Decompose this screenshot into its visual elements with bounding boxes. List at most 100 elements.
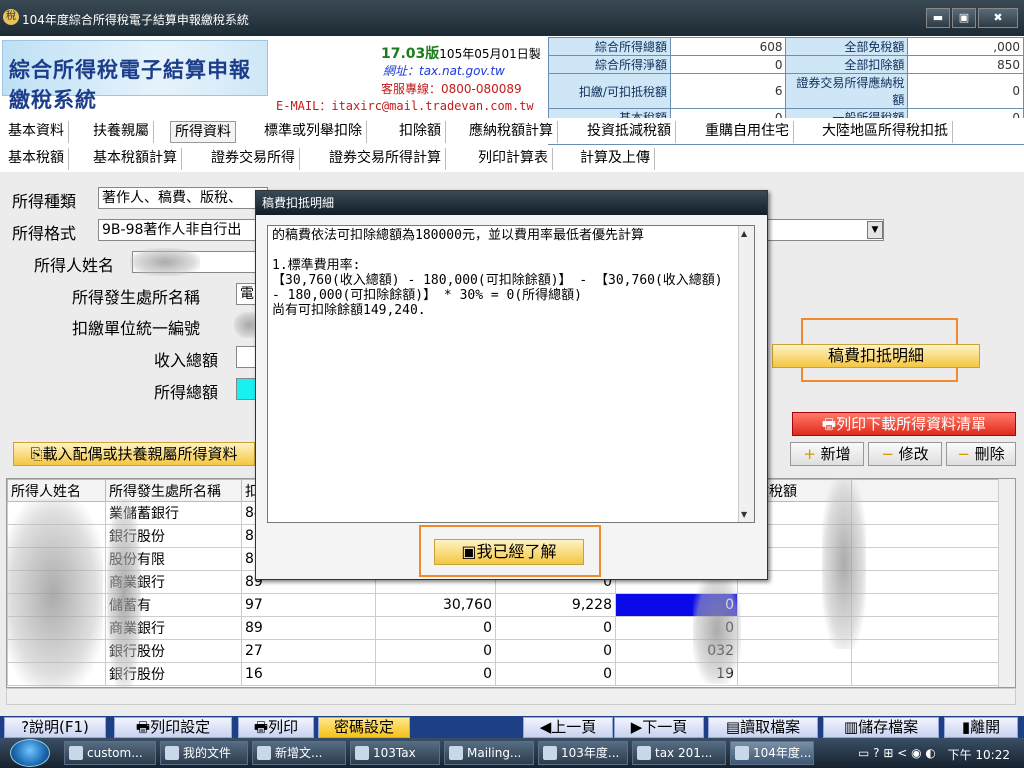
menu-item[interactable]: 投資抵減稅額 — [583, 121, 676, 143]
income-format-label: 所得格式 — [12, 224, 77, 243]
left-value: 0 — [669, 55, 787, 74]
menu-item[interactable]: 計算及上傳 — [576, 148, 655, 170]
close-button[interactable]: ✖ — [978, 8, 1018, 28]
app-icon: 稅 — [3, 9, 19, 25]
app-icon — [355, 746, 369, 760]
cell-tax — [737, 662, 852, 686]
taskbar-item[interactable]: Mailing... — [444, 741, 534, 765]
windows-taskbar: custom... 我的文件 新增文... 103Tax Mailing... 103年度… — [0, 738, 1024, 768]
menu-item[interactable]: 應納稅額計算 — [465, 121, 558, 143]
toolbar-button[interactable]: ▶下一頁 — [614, 717, 704, 738]
taskbar-item[interactable]: custom... — [64, 741, 156, 765]
chevron-down-icon[interactable]: ▼ — [867, 221, 883, 239]
add-button[interactable]: + 新增 — [790, 442, 864, 466]
play-icon: ▣ — [461, 542, 477, 561]
summary-row: 綜合所得總額 608 全部免稅額 ,000 — [548, 37, 1024, 56]
menu-item[interactable]: 扣除額 — [395, 121, 446, 143]
table-row[interactable]: 銀行股份160019 — [7, 662, 1002, 686]
toolbar-button[interactable]: ▤讀取檔案 — [708, 717, 818, 738]
menu-item[interactable]: 重購自用住宅 — [701, 121, 794, 143]
menu-item[interactable]: 證券交易所得計算 — [325, 148, 446, 170]
service-hotline: 客服專線：0800-080089 — [381, 82, 522, 96]
toolbar-button-label: 列印設定 — [150, 718, 211, 736]
right-label: 證券交易所得應納稅額 — [785, 73, 909, 109]
cell-gross: 30,760 — [375, 593, 496, 617]
menu-item[interactable]: 基本稅額 — [4, 148, 69, 170]
maximize-button[interactable]: ▣ — [952, 8, 976, 28]
bottom-toolbar: ?說明(F1) 🖶列印設定 🖶列印 密碼設定 ◀上一頁 ▶下一頁 ▤讀取檔案 ▥儲存檔案 ▮離開 — [0, 716, 1024, 738]
load-dependent-income-button[interactable]: ⎘載入配偶或扶養親屬所得資料 — [13, 442, 255, 466]
royalty-detail-dialog: 稿費扣抵明細 的稿費依法可扣除總額為180000元，並以費用率最低者優先計算 1… — [255, 190, 768, 580]
toolbar-button[interactable]: 🖶列印設定 — [114, 717, 232, 738]
app-icon — [543, 746, 557, 760]
menu-item[interactable]: 列印計算表 — [474, 148, 553, 170]
toolbar-button[interactable]: 🖶列印 — [238, 717, 314, 738]
cell-gross: 0 — [375, 616, 496, 640]
website-link[interactable]: 網址：tax.nat.gov.tw — [383, 62, 505, 79]
toolbar-button[interactable]: 密碼設定 — [318, 717, 410, 738]
table-vertical-scrollbar[interactable] — [998, 479, 1015, 687]
dialog-message: 的稿費依法可扣除總額為180000元，並以費用率最低者優先計算 1.標準費用率:… — [272, 228, 723, 318]
left-label: 綜合所得淨額 — [548, 55, 671, 74]
right-label: 全部扣除額 — [785, 55, 909, 74]
help-icon: ? — [21, 718, 30, 736]
gross-income-label: 收入總額 — [154, 351, 219, 370]
delete-button[interactable]: − 刪除 — [946, 442, 1016, 466]
menu-item[interactable]: 基本資料 — [4, 121, 69, 143]
cell-deduct: 9,228 — [495, 593, 616, 617]
total-income-label: 所得總額 — [154, 383, 219, 402]
minus-icon: − — [957, 445, 970, 463]
exit-icon: ▮ — [961, 718, 971, 736]
cell-gross: 0 — [375, 662, 496, 686]
redacted-blur — [107, 499, 141, 687]
income-type-select[interactable]: 著作人、稿費、版稅、 — [98, 187, 268, 209]
toolbar-button[interactable]: ?說明(F1) — [4, 717, 106, 738]
toolbar-button[interactable]: ◀上一頁 — [523, 717, 613, 738]
cell-id: 27 — [241, 639, 376, 663]
menu-item[interactable]: 基本稅額計算 — [89, 148, 182, 170]
earner-name-label: 所得人姓名 — [34, 256, 115, 275]
toolbar-button[interactable]: ▮離開 — [944, 717, 1018, 738]
taskbar-item-label: 104年度... — [753, 746, 812, 760]
acknowledge-button[interactable]: ▣我已經了解 — [434, 539, 584, 565]
cell-deduct: 0 — [495, 662, 616, 686]
menu-item[interactable]: 扶養親屬 — [89, 121, 154, 143]
menu-item[interactable]: 證券交易所得 — [207, 148, 300, 170]
toolbar-button[interactable]: ▥儲存檔案 — [823, 717, 939, 738]
plus-icon: + — [803, 445, 816, 463]
dialog-scrollbar[interactable]: ▲ ▼ — [738, 226, 754, 522]
cell-deduct: 0 — [495, 616, 616, 640]
scroll-down-icon[interactable]: ▼ — [741, 510, 747, 519]
printer-icon: 🖶 — [821, 415, 837, 433]
toolbar-button-label: 儲存檔案 — [858, 718, 919, 736]
app-icon — [735, 746, 749, 760]
menu-item[interactable]: 大陸地區所得稅扣抵 — [818, 121, 953, 143]
edit-button[interactable]: − 修改 — [868, 442, 942, 466]
app-icon — [449, 746, 463, 760]
summary-row: 綜合所得淨額 0 全部扣除額 850 — [548, 55, 1024, 74]
menu-item[interactable]: 所得資料 — [170, 121, 236, 143]
taskbar-item[interactable]: 104年度... — [730, 741, 814, 765]
toolbar-button-label: 離開 — [970, 718, 1001, 736]
cell — [851, 662, 1002, 686]
toolbar-button-label: 密碼設定 — [333, 718, 394, 736]
menu-item[interactable]: 標準或列舉扣除 — [260, 121, 367, 143]
taskbar-item[interactable]: 新增文... — [252, 741, 346, 765]
table-horizontal-scrollbar[interactable] — [6, 688, 1016, 705]
taskbar-item[interactable]: 103年度... — [538, 741, 628, 765]
taskbar-item[interactable]: 我的文件 — [160, 741, 248, 765]
taskbar-item[interactable]: 103Tax — [350, 741, 440, 765]
cell-id: 89 — [241, 616, 376, 640]
scroll-up-icon[interactable]: ▲ — [741, 229, 747, 238]
start-button[interactable] — [10, 739, 50, 767]
royalty-detail-button[interactable]: 稿費扣抵明細 — [772, 344, 980, 368]
cell — [851, 501, 1002, 525]
taskbar-item-label: custom... — [87, 746, 143, 760]
left-value: 6 — [669, 73, 787, 109]
minimize-button[interactable]: ▬ — [926, 8, 950, 28]
version-info: 17.03版105年05月01日製 — [381, 43, 541, 63]
taskbar-clock: 下午 10:22 — [947, 748, 1010, 762]
print-income-list-button[interactable]: 🖶列印下載所得資料清單 — [792, 412, 1016, 436]
taskbar-item[interactable]: tax 201... — [632, 741, 726, 765]
cell-id: 97 — [241, 593, 376, 617]
